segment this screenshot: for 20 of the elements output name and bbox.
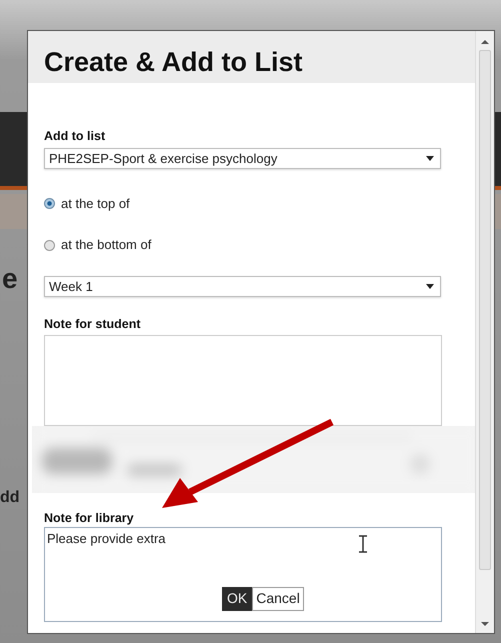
field-label: Add to list bbox=[44, 128, 106, 145]
list-select[interactable]: PHE2SEP-Sport & exercise psychology bbox=[44, 148, 441, 169]
dialog-title: Create & Add to List bbox=[44, 49, 304, 76]
scroll-down-icon[interactable] bbox=[481, 621, 489, 627]
caret-icon bbox=[426, 156, 434, 161]
page-text: e bbox=[2, 262, 18, 296]
text-cursor-icon bbox=[358, 535, 368, 553]
scrollbar[interactable] bbox=[475, 31, 494, 633]
radio-label[interactable]: at the bottom of bbox=[61, 235, 152, 255]
page-text: dd bbox=[0, 488, 20, 508]
radio-button[interactable] bbox=[44, 240, 55, 250]
field-label: Note for student bbox=[44, 316, 142, 333]
section-select[interactable]: Week 1 bbox=[44, 276, 441, 297]
radio-button[interactable] bbox=[44, 198, 55, 209]
caret-icon bbox=[426, 284, 434, 289]
scroll-up-icon[interactable] bbox=[481, 39, 489, 45]
cancel-button[interactable]: Cancel bbox=[252, 587, 304, 611]
ok-button[interactable]: OK bbox=[222, 587, 252, 611]
field-label: Note for library bbox=[44, 510, 135, 527]
radio-label[interactable]: at the top of bbox=[61, 194, 130, 214]
